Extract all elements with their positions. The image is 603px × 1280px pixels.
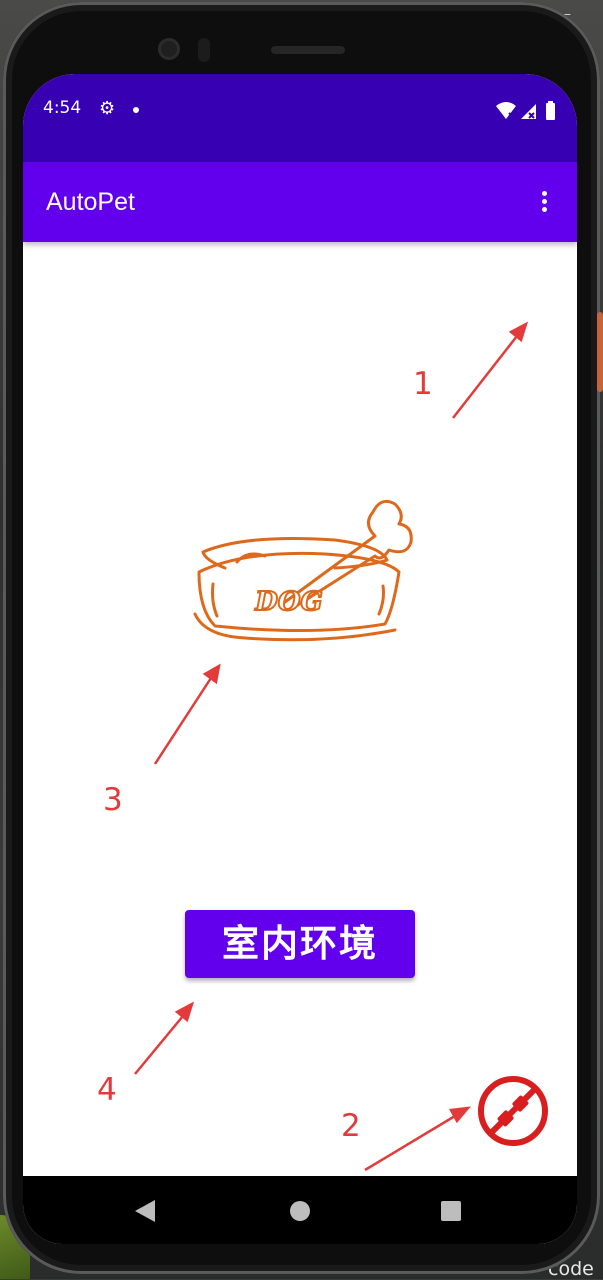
status-time: 4:54 (43, 98, 82, 118)
navigation-bar (23, 1176, 577, 1244)
app-bar: AutoPet (23, 162, 577, 242)
settings-gear-icon: ⚙ (99, 98, 116, 119)
phone-screen: 4:54 ⚙ AutoPet DOG 室内环境 1 2 3 4 (23, 74, 577, 1244)
annotation-label-4: 4 (97, 1072, 117, 1108)
more-vert-icon[interactable] (535, 188, 553, 216)
cellular-signal-icon (521, 104, 536, 119)
proximity-sensor (198, 38, 210, 62)
indoor-environment-button[interactable]: 室内环境 (185, 910, 415, 978)
status-system-icons (496, 101, 555, 120)
annotation-label-1: 1 (413, 366, 433, 402)
dog-bowl-image[interactable]: DOG (185, 490, 417, 642)
main-content: DOG 室内环境 1 2 3 4 (23, 242, 577, 1176)
bowl-label: DOG (254, 587, 322, 617)
wifi-icon (496, 102, 516, 119)
annotation-label-3: 3 (103, 782, 123, 818)
annotation-arrows (134, 321, 529, 1172)
status-bar: 4:54 ⚙ (23, 74, 577, 162)
annotation-label-2: 2 (341, 1108, 361, 1144)
back-icon[interactable] (135, 1200, 155, 1222)
home-icon[interactable] (290, 1201, 310, 1221)
battery-icon (546, 101, 555, 120)
plug-disconnected-icon[interactable] (476, 1074, 550, 1148)
earpiece-speaker (271, 46, 345, 54)
phone-side-button[interactable] (597, 312, 603, 392)
app-title: AutoPet (46, 188, 135, 216)
notification-dot-icon (133, 107, 139, 113)
front-camera (158, 38, 180, 60)
recent-apps-icon[interactable] (441, 1201, 461, 1221)
